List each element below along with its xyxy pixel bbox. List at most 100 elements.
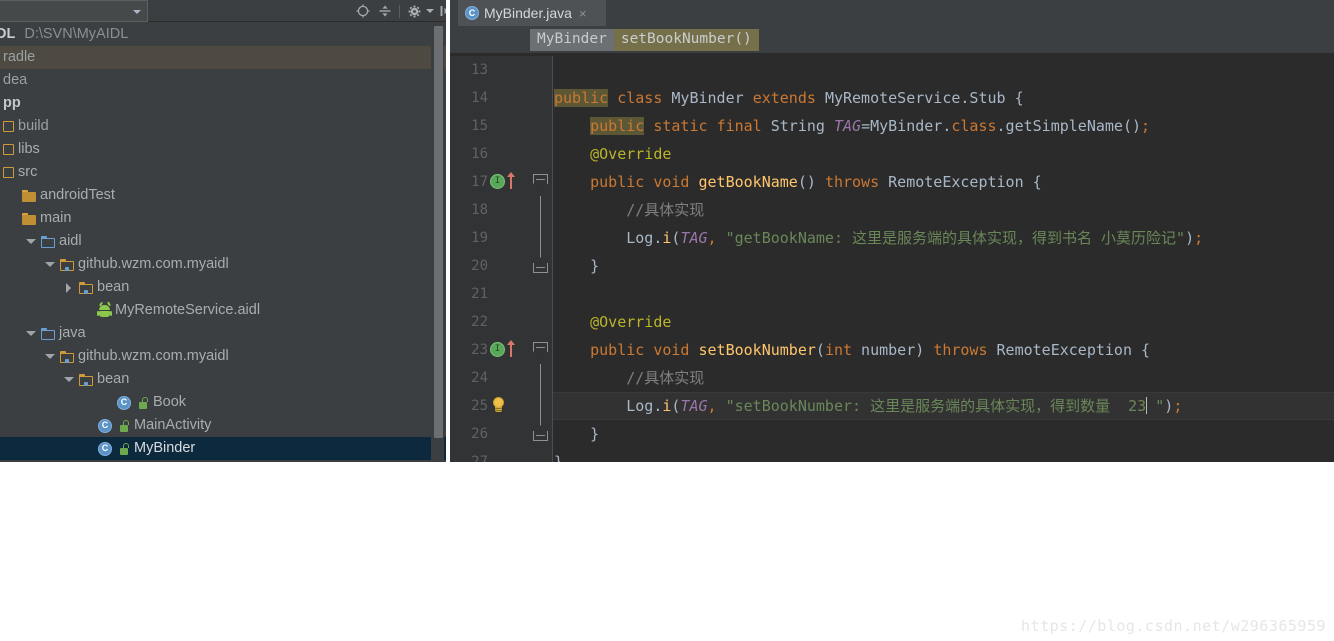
locate-in-tree-icon[interactable] <box>352 0 374 22</box>
chevron-down-icon[interactable] <box>43 258 56 271</box>
implementing-method-icon[interactable]: I <box>490 342 505 357</box>
code-content[interactable]: public class MyBinder extends MyRemoteSe… <box>554 56 1334 462</box>
tree-item-label: MainActivity <box>134 417 212 433</box>
tree-item-main[interactable]: main <box>0 207 446 230</box>
tree-item-aidl[interactable]: aidl <box>0 230 446 253</box>
gutter-implement-marker[interactable]: I <box>490 168 526 196</box>
breadcrumb-class[interactable]: MyBinder <box>530 28 614 51</box>
editor-gutter[interactable]: 13 14 15 16 17 I 18 19 20 21 22 23 I 24 25 26 27 <box>450 56 528 462</box>
package-icon <box>60 350 74 363</box>
chevron-down-icon[interactable] <box>24 327 37 340</box>
gutter-intention-marker[interactable] <box>490 392 526 420</box>
tree-item-content: github.wzm.com.myaidl <box>43 345 229 368</box>
tree-item-label: MyRemoteService.aidl <box>115 302 261 318</box>
tree-item-label: Book <box>153 394 187 410</box>
code-line-27[interactable]: } <box>554 448 563 462</box>
code-editor[interactable]: 13 14 15 16 17 I 18 19 20 21 22 23 I 24 25 26 27 public … <box>450 56 1334 462</box>
line-number: 13 <box>471 62 488 78</box>
fold-region-end-icon[interactable] <box>532 256 548 273</box>
close-icon[interactable]: × <box>579 6 587 21</box>
tree-item-libs[interactable]: libs <box>0 138 446 161</box>
public-visibility-icon <box>139 396 149 409</box>
tree-item-content: MyRemoteService.aidl <box>81 299 260 322</box>
tree-item-mybinder[interactable]: C MyBinder <box>0 437 446 460</box>
chevron-down-icon[interactable] <box>62 373 75 386</box>
tree-item-github-wzm-com-myaidl[interactable]: github.wzm.com.myaidl <box>0 253 446 276</box>
tree-item-content: C MainActivity <box>81 414 211 437</box>
tree-item-mainactivity[interactable]: C MainActivity <box>0 414 446 437</box>
package-icon <box>60 258 74 271</box>
tree-item-androidtest[interactable]: androidTest <box>0 184 446 207</box>
tree-item-book[interactable]: C Book <box>0 391 446 414</box>
package-icon <box>79 373 93 386</box>
code-line-20[interactable]: } <box>554 252 599 280</box>
tree-item-pp[interactable]: pp <box>0 92 446 115</box>
project-tree[interactable]: radle dea pp build libs src androidTest main aid… <box>0 46 446 462</box>
code-line-16[interactable]: @Override <box>554 140 671 168</box>
tree-item-label: pp <box>3 95 21 111</box>
code-line-25[interactable]: Log.i(TAG, "setBookNumber: 这里是服务端的具体实现，得… <box>554 392 1182 420</box>
module-selector-combobox[interactable] <box>0 0 148 22</box>
module-content-icon <box>3 144 14 155</box>
project-toolbar <box>0 0 446 22</box>
tree-item-java[interactable]: java <box>0 322 446 345</box>
tree-item-content: java <box>24 322 86 345</box>
code-line-14[interactable]: public class MyBinder extends MyRemoteSe… <box>554 84 1024 112</box>
tree-item-bean[interactable]: bean <box>0 368 446 391</box>
editor-tab-label: MyBinder.java <box>484 5 572 21</box>
code-line-23[interactable]: public void setBookNumber(int number) th… <box>554 336 1150 364</box>
tree-item-label: github.wzm.com.myaidl <box>78 348 229 364</box>
fold-region-line <box>540 364 541 392</box>
chevron-down-icon[interactable] <box>24 235 37 248</box>
code-line-26[interactable]: } <box>554 420 599 448</box>
code-line-17[interactable]: public void getBookName() throws RemoteE… <box>554 168 1042 196</box>
code-line-15[interactable]: public static final String TAG=MyBinder.… <box>554 112 1150 140</box>
line-number: 19 <box>471 230 488 246</box>
gutter-implement-marker[interactable]: I <box>490 336 526 364</box>
code-line-24[interactable]: //具体实现 <box>554 364 704 392</box>
code-line-19[interactable]: Log.i(TAG, "getBookName: 这里是服务端的具体实现，得到书… <box>554 224 1203 252</box>
project-title-bar: IDL D:\SVN\MyAIDL <box>0 22 446 46</box>
fold-region-start-icon[interactable] <box>532 174 548 190</box>
public-visibility-icon <box>120 419 130 432</box>
gear-icon[interactable] <box>403 0 425 22</box>
intention-bulb-icon[interactable] <box>491 397 506 414</box>
tree-item-content: build <box>0 115 49 138</box>
editor-fold-gutter[interactable] <box>528 56 553 462</box>
implementing-method-icon[interactable]: I <box>490 174 505 189</box>
tree-item-label: main <box>40 210 72 226</box>
fold-region-end-icon[interactable] <box>532 424 548 441</box>
tree-item-content: C MyBinder <box>81 437 195 460</box>
fold-region-line <box>540 224 541 252</box>
tree-item-github-wzm-com-myaidl[interactable]: github.wzm.com.myaidl <box>0 345 446 368</box>
public-visibility-icon <box>120 442 130 455</box>
code-line-22[interactable]: @Override <box>554 308 671 336</box>
tree-item-bean[interactable]: bean <box>0 276 446 299</box>
hide-panel-icon[interactable] <box>435 0 446 22</box>
chevron-right-icon[interactable] <box>62 281 75 294</box>
toolbar-separator <box>399 4 400 18</box>
tree-item-content: aidl <box>24 230 82 253</box>
tree-item-dea[interactable]: dea <box>0 69 446 92</box>
fold-region-start-icon[interactable] <box>532 342 548 358</box>
project-tree-scrollbar-thumb[interactable] <box>434 26 443 438</box>
tree-item-src[interactable]: src <box>0 161 446 184</box>
tree-item-label: bean <box>97 279 130 295</box>
breadcrumb-method[interactable]: setBookNumber() <box>613 28 759 51</box>
chevron-down-icon[interactable] <box>43 350 56 363</box>
tree-item-content: androidTest <box>5 184 115 207</box>
line-number: 20 <box>471 258 488 274</box>
tree-item-myremoteservice-aidl[interactable]: MyRemoteService.aidl <box>0 299 446 322</box>
code-line-18[interactable]: //具体实现 <box>554 196 704 224</box>
editor-tab-mybinder-java[interactable]: C MyBinder.java × <box>458 0 606 26</box>
settings-chevron-down-icon[interactable] <box>425 0 435 22</box>
tree-item-radle[interactable]: radle <box>0 46 446 69</box>
tree-item-label: dea <box>3 72 28 88</box>
tree-item-content: github.wzm.com.myaidl <box>43 253 229 276</box>
collapse-all-icon[interactable] <box>374 0 396 22</box>
tree-item-content: pp <box>0 92 21 115</box>
tree-item-build[interactable]: build <box>0 115 446 138</box>
